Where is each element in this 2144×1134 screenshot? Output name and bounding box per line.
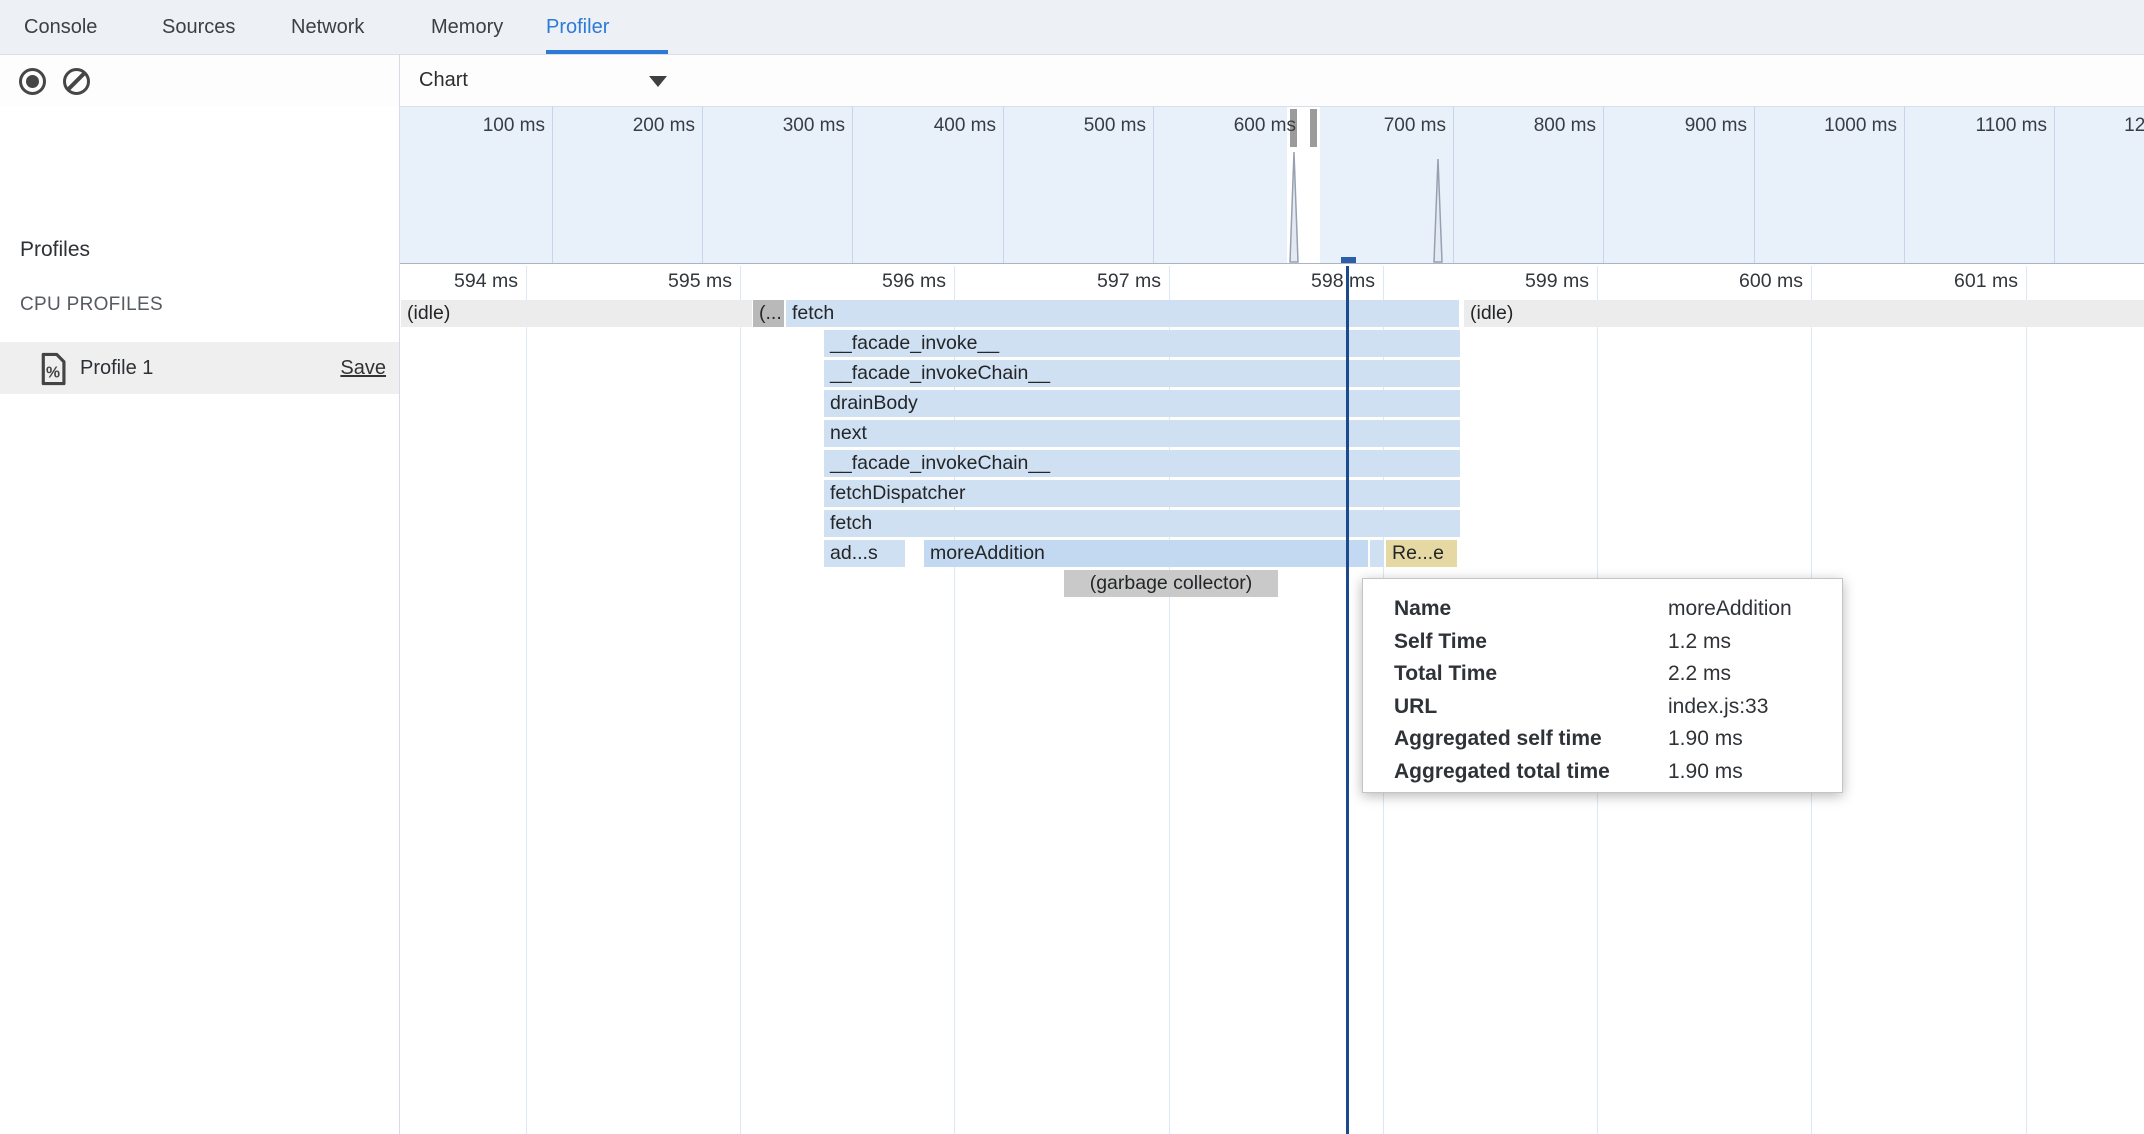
tooltip-row: NamemoreAddition — [1394, 593, 1842, 626]
overview-tick-label: 300 ms — [715, 115, 852, 137]
flame-bar-re-e[interactable]: Re...e — [1386, 540, 1457, 567]
ruler-tick-label: 597 ms — [1031, 270, 1169, 293]
ruler-tick-label: 600 ms — [1673, 270, 1811, 293]
chart-gridline — [740, 266, 741, 1134]
profiler-toolbar: Chart — [0, 55, 2144, 107]
playhead-notch — [1341, 257, 1356, 264]
sidebar-title: Profiles — [20, 238, 90, 262]
tab-console[interactable]: Console — [24, 0, 97, 54]
ruler-tick-label: 599 ms — [1459, 270, 1597, 293]
profile-document-icon: % — [38, 352, 68, 391]
devtools-profiler-panel: Console Sources Network Memory Profiler Char… — [0, 0, 2144, 1134]
tab-memory[interactable]: Memory — [431, 0, 503, 54]
overview-tick-label: 700 ms — [1316, 115, 1453, 137]
tab-sources[interactable]: Sources — [162, 0, 235, 54]
timeline-overview[interactable]: 100 ms 200 ms 300 ms 400 ms 500 ms 600 ms 700 … — [400, 107, 2144, 264]
record-icon — [19, 68, 46, 95]
tab-network[interactable]: Network — [291, 0, 364, 54]
tooltip-row: Total Time2.2 ms — [1394, 658, 1842, 691]
profiles-sidebar: Profiles CPU PROFILES % Profile 1 Save — [0, 106, 399, 1134]
overview-tick-label: 500 ms — [1016, 115, 1153, 137]
chart-gridline — [2026, 266, 2027, 1134]
flame-bar-next[interactable]: next — [824, 420, 1460, 447]
flame-bar-fetch[interactable]: fetch — [824, 510, 1460, 537]
ruler-tick-label: 594 ms — [400, 270, 526, 293]
tooltip-label: Name — [1394, 597, 1668, 621]
tooltip-value: index.js:33 — [1668, 695, 1842, 719]
view-select[interactable]: Chart — [419, 55, 667, 106]
flame-bar--idle-[interactable]: (idle) — [1464, 300, 2144, 327]
flame-bar--garbage-collector-[interactable]: (garbage collector) — [1064, 570, 1278, 597]
flame-bar-fetch[interactable]: fetch — [786, 300, 1459, 327]
ruler-tick-label: 601 ms — [1888, 270, 2026, 293]
tooltip-label: Aggregated self time — [1394, 727, 1668, 751]
tooltip-row: URLindex.js:33 — [1394, 691, 1842, 724]
tooltip-row: Aggregated total time1.90 ms — [1394, 756, 1842, 789]
flame-chart[interactable]: 594 ms 595 ms 596 ms 597 ms 598 ms 599 ms 600 … — [400, 266, 2144, 1134]
profile-name: Profile 1 — [80, 342, 153, 394]
frame-tooltip: NamemoreAdditionSelf Time1.2 msTotal Tim… — [1362, 578, 1843, 793]
active-tab-underline — [546, 50, 668, 54]
tab-profiler[interactable]: Profiler — [546, 0, 609, 54]
clear-icon — [63, 68, 90, 95]
playhead-line[interactable] — [1346, 266, 1349, 1134]
tooltip-label: Self Time — [1394, 630, 1668, 654]
overview-tick-label: 600 ms — [1166, 115, 1303, 137]
overview-tick-label: 900 ms — [1617, 115, 1754, 137]
ruler-tick-label: 596 ms — [816, 270, 954, 293]
tooltip-row: Aggregated self time1.90 ms — [1394, 723, 1842, 756]
ruler-tick-label: 595 ms — [602, 270, 740, 293]
chart-gridline — [526, 266, 527, 1134]
flame-bar--facade-invokechain-[interactable]: __facade_invokeChain__ — [824, 450, 1460, 477]
flame-bar-moreaddition[interactable]: moreAddition — [924, 540, 1368, 567]
tooltip-row: Self Time1.2 ms — [1394, 626, 1842, 659]
chevron-down-icon — [649, 76, 667, 87]
cpu-profiles-section-label: CPU PROFILES — [20, 294, 163, 316]
view-select-value: Chart — [419, 69, 468, 91]
tooltip-label: URL — [1394, 695, 1668, 719]
devtools-tabbar: Console Sources Network Memory Profiler — [0, 0, 2144, 55]
overview-tick-label: 100 ms — [415, 115, 552, 137]
tooltip-value: moreAddition — [1668, 597, 1842, 621]
svg-text:%: % — [46, 365, 60, 382]
clear-button[interactable] — [58, 63, 94, 99]
flame-bar--facade-invoke-[interactable]: __facade_invoke__ — [824, 330, 1460, 357]
tooltip-value: 1.2 ms — [1668, 630, 1842, 654]
tooltip-value: 1.90 ms — [1668, 727, 1842, 751]
save-link[interactable]: Save — [340, 342, 386, 394]
record-button[interactable] — [14, 63, 50, 99]
tooltip-value: 2.2 ms — [1668, 662, 1842, 686]
tooltip-label: Total Time — [1394, 662, 1668, 686]
flame-bar-drainbody[interactable]: drainBody — [824, 390, 1460, 417]
tooltip-value: 1.90 ms — [1668, 760, 1842, 784]
overview-tick-label: 1100 ms — [1917, 115, 2054, 137]
flame-bar--[interactable]: (... — [753, 300, 784, 327]
flame-bar-fetchdispatcher[interactable]: fetchDispatcher — [824, 480, 1460, 507]
flame-bar--idle-[interactable]: (idle) — [401, 300, 752, 327]
tooltip-label: Aggregated total time — [1394, 760, 1668, 784]
overview-tick-label: 800 ms — [1466, 115, 1603, 137]
flame-bar[interactable] — [1370, 540, 1384, 567]
overview-tick-label: 1200 ms — [2067, 115, 2144, 137]
profile-list-item[interactable]: % Profile 1 Save — [0, 342, 399, 394]
ruler-tick-label: 598 ms — [1245, 270, 1383, 293]
overview-tick-label: 200 ms — [565, 115, 702, 137]
overview-tick-label: 400 ms — [866, 115, 1003, 137]
flame-bar-ad-s[interactable]: ad...s — [824, 540, 905, 567]
overview-tick-label: 1000 ms — [1767, 115, 1904, 137]
flame-bar--facade-invokechain-[interactable]: __facade_invokeChain__ — [824, 360, 1460, 387]
